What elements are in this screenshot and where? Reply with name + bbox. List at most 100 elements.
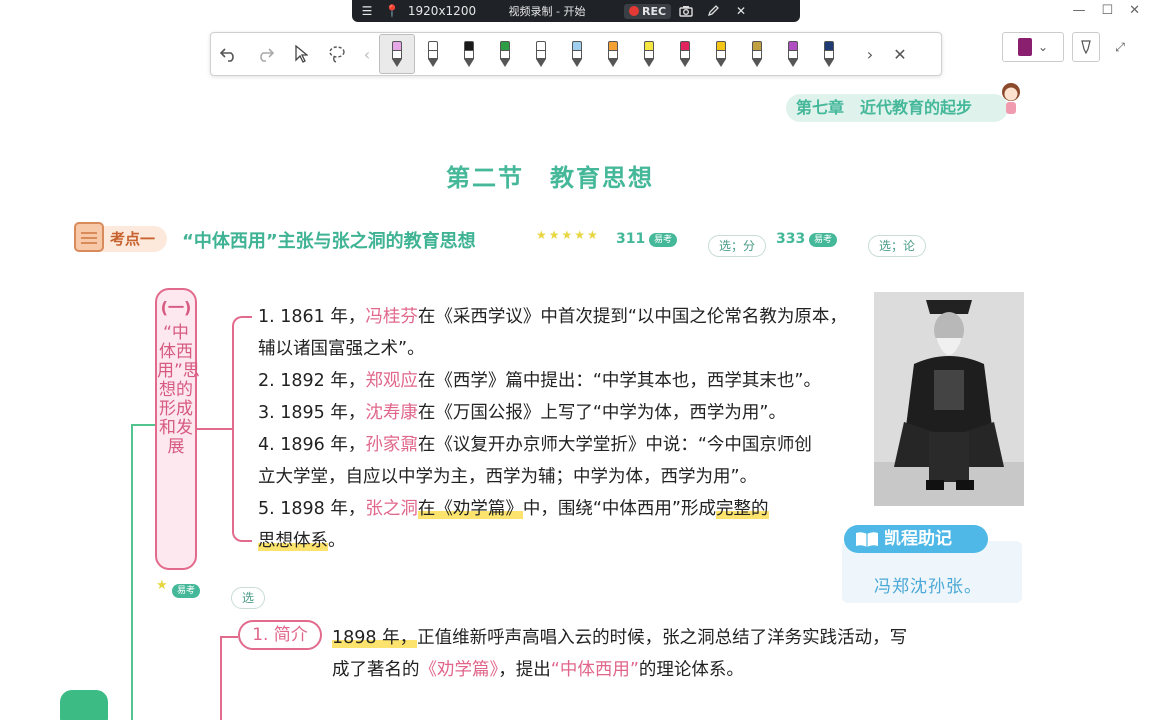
intro-text: 的理论体系。 (638, 660, 744, 680)
redo-icon[interactable] (247, 34, 283, 74)
pencil-rainbow-pen-icon[interactable] (739, 34, 775, 74)
close-window-button[interactable]: ✕ (1129, 3, 1140, 18)
pen-glyph (607, 41, 619, 67)
notebook-icon (1017, 38, 1032, 56)
intro-text: 成了著名的 (332, 660, 420, 680)
recording-bar: ☰ 📍 1920x1200 视频录制 - 开始 REC ✕ (352, 0, 800, 22)
section-title: 第二节 教育思想 (446, 163, 654, 192)
next-branch-box (60, 690, 108, 720)
intro-line-1: 1898 年，正值维新呼声高唱入云的时候，张之洞总结了洋务实践活动，写 (332, 624, 907, 649)
annotation-toolbar: ‹ › ✕ (210, 32, 942, 76)
rec-button[interactable]: REC (624, 3, 672, 19)
line5-prefix: 5. 1898 年， (258, 499, 366, 519)
branch-line-3: 2. 1892 年，郑观应在《西学》篇中提出：“中学其本也，西学其末也”。 (258, 369, 821, 393)
portrait-image (874, 292, 1024, 506)
line5-mid: 在 (417, 499, 436, 519)
pen-icon[interactable] (701, 0, 725, 22)
line-prefix: 4. 1896 年， (258, 435, 366, 455)
memory-aid-text: 冯郑沈孙张。 (874, 577, 982, 597)
question-type-bubble: 选；论 (868, 235, 927, 257)
line-prefix: 1. 1861 年， (258, 307, 366, 327)
hamburger-icon[interactable]: ☰ (352, 0, 382, 22)
topic-tag: 考点一 (94, 226, 168, 252)
rating-stars: ★★★★★ (536, 228, 600, 242)
record-dot-icon (629, 6, 639, 16)
pen-glyph (643, 41, 655, 67)
toolbar-next-button[interactable]: › (855, 34, 885, 74)
branch-number: (一) (160, 298, 192, 317)
branch-line-5-cont: 思想体系。 (258, 529, 346, 553)
fountain-pen-navy-pen-icon[interactable] (811, 34, 847, 74)
highlight-text: 思想体系 (258, 531, 328, 551)
chapter-tag: 第七章 近代教育的起步 (786, 94, 1008, 122)
branch-line-5: 5. 1898 年，张之洞在《劝学篇》中，围绕“中体西用”形成完整的 (258, 497, 769, 521)
maximize-button[interactable]: ☐ (1101, 3, 1113, 18)
exam-badge: 易考 (809, 233, 838, 247)
highlighter-pink-pen-icon[interactable] (379, 34, 415, 74)
close-recording-button[interactable]: ✕ (725, 0, 757, 22)
intro-text: 正值维新呼声高唱入云的时候，张之洞总结了洋务实践活动，写 (417, 628, 908, 648)
line-end: 。 (328, 531, 346, 551)
rec-label: REC (642, 4, 667, 18)
marker-black-pen-icon[interactable] (451, 34, 487, 74)
notebook-color-picker[interactable]: ⌄ (1002, 32, 1064, 62)
exam-code-311: 311 (616, 231, 646, 247)
lasso-icon[interactable] (319, 34, 355, 74)
pen-glyph (427, 41, 439, 67)
branch-line-1: 1. 1861 年，冯桂芬在《采西学议》中首次提到“以中国之伦常名教为原本， (258, 305, 847, 329)
highlighter-orange-pen-icon[interactable] (595, 34, 631, 74)
branch-bracket (232, 316, 252, 542)
intro-connector (220, 636, 238, 638)
intro-year: 1898 年， (332, 628, 418, 648)
pencil-outline-pen-icon[interactable] (415, 34, 451, 74)
mindmap-branch-line (131, 424, 155, 426)
highlighter-blue-pen-icon[interactable] (559, 34, 595, 74)
pin-icon[interactable]: 📍 (382, 0, 402, 22)
recording-title: 视频录制 - 开始 (508, 5, 586, 18)
toolbar-prev-button[interactable]: ‹ (355, 34, 379, 74)
pen-glyph (715, 41, 727, 67)
marker-red-pen-icon[interactable] (667, 34, 703, 74)
intro-branch-line (220, 636, 222, 720)
brush-purple-pen-icon[interactable] (775, 34, 811, 74)
camera-icon[interactable] (671, 0, 701, 22)
key-term: “中体西用” (550, 660, 639, 680)
question-type-bubble: 选 (231, 587, 266, 609)
pen-glyph (391, 41, 403, 67)
line-text: 在《万国公报》上写了“中学为体，西学为用”。 (417, 403, 786, 423)
branch-line-2: 辅以诸国富强之术”。 (258, 337, 425, 361)
line5-mid2: 中，围绕“中体西用”形成 (522, 499, 716, 519)
cursor-icon[interactable] (283, 34, 319, 74)
person-name: 冯桂芬 (365, 307, 418, 327)
line-text: 辅以诸国富强之术”。 (258, 339, 425, 359)
branch-line-4: 3. 1895 年，沈寿康在《万国公报》上写了“中学为体，西学为用”。 (258, 401, 786, 425)
line-text: 在《采西学议》中首次提到“以中国之伦常名教为原本， (417, 307, 847, 327)
line-prefix: 3. 1895 年， (258, 403, 366, 423)
undo-icon[interactable] (211, 34, 247, 74)
person-name: 孙家鼐 (365, 435, 418, 455)
exam-badge: 易考 (172, 584, 201, 598)
person-name: 张之洞 (365, 499, 418, 519)
person-name: 沈寿康 (365, 403, 418, 423)
person-name: 郑观应 (365, 371, 418, 391)
pen-glyph (823, 41, 835, 67)
star-icon: ★ (156, 578, 168, 593)
pencil-white-pen-icon[interactable] (523, 34, 559, 74)
line-text: 在《西学》篇中提出：“中学其本也，西学其末也”。 (417, 371, 821, 391)
toolbar-close-button[interactable]: ✕ (885, 34, 915, 74)
topic-title: “中体西用”主张与张之洞的教育思想 (182, 231, 476, 252)
side-tools: ⌄ ⤢ (1002, 32, 1132, 62)
highlighter-yellow-pen-icon[interactable] (631, 34, 667, 74)
pen-glyph (463, 41, 475, 67)
book-icon (856, 532, 878, 547)
branch-line-6: 立大学堂，自应以中学为主，西学为辅；中学为体，西学为用”。 (258, 465, 757, 489)
line-prefix: 2. 1892 年， (258, 371, 366, 391)
mindmap-trunk-line (131, 424, 133, 720)
pen-options-button[interactable] (1072, 32, 1100, 62)
marker-green-pen-icon[interactable] (487, 34, 523, 74)
pen-glyph (571, 41, 583, 67)
branch-connector (197, 428, 232, 430)
pencil-yellow-pen-icon[interactable] (703, 34, 739, 74)
minimize-button[interactable]: — (1072, 3, 1085, 18)
expand-icon[interactable]: ⤢ (1108, 32, 1132, 62)
